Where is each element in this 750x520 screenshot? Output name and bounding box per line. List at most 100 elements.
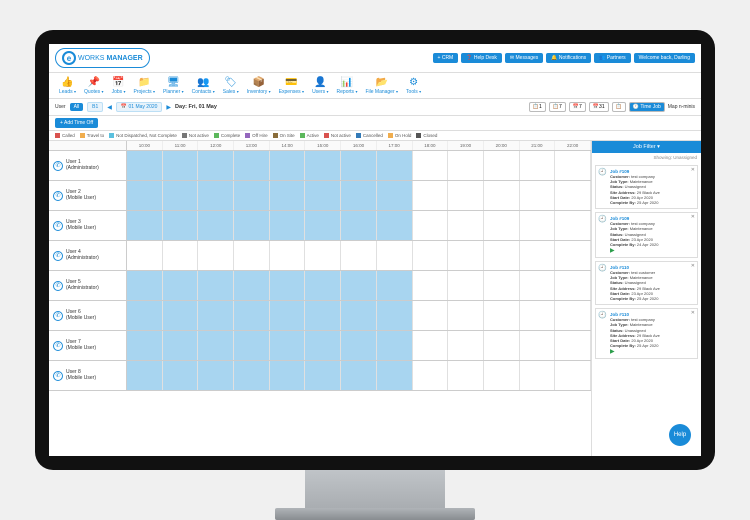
app-logo[interactable]: e WORKS MANAGER <box>55 48 150 68</box>
schedule-slot[interactable] <box>198 331 234 360</box>
play-icon[interactable]: ▶ <box>610 247 694 254</box>
nav-inventory[interactable]: 📦Inventory ▾ <box>247 76 271 95</box>
schedule-slot[interactable] <box>520 301 556 330</box>
close-icon[interactable]: ✕ <box>691 214 695 220</box>
user-filter-b1[interactable]: B1 <box>87 102 103 112</box>
schedule-slot[interactable] <box>163 241 199 270</box>
nav-jobs[interactable]: 📅Jobs ▾ <box>112 76 126 95</box>
schedule-slot[interactable] <box>198 181 234 210</box>
schedule-slot[interactable] <box>413 301 449 330</box>
schedule-slot[interactable] <box>198 271 234 300</box>
schedule-slot[interactable] <box>484 211 520 240</box>
phone-icon[interactable]: ✆ <box>53 221 63 231</box>
schedule-slot[interactable] <box>127 211 163 240</box>
schedule-slot[interactable] <box>555 271 591 300</box>
schedule-slot[interactable] <box>341 181 377 210</box>
schedule-slot[interactable] <box>163 151 199 180</box>
schedule-slot[interactable] <box>448 181 484 210</box>
schedule-slot[interactable] <box>520 151 556 180</box>
schedule-slot[interactable] <box>448 361 484 390</box>
schedule-slot[interactable] <box>484 361 520 390</box>
top-button-4[interactable]: 👥 Partners <box>594 53 631 63</box>
user-label[interactable]: ✆User 1(Administrator) <box>49 151 127 180</box>
nav-contacts[interactable]: 👥Contacts ▾ <box>192 76 215 95</box>
user-label[interactable]: ✆User 5(Administrator) <box>49 271 127 300</box>
schedule-slot[interactable] <box>377 181 413 210</box>
schedule-slot[interactable] <box>413 181 449 210</box>
nav-projects[interactable]: 📁Projects ▾ <box>134 76 155 95</box>
schedule-slot[interactable] <box>127 241 163 270</box>
schedule-slot[interactable] <box>413 271 449 300</box>
schedule-slot[interactable] <box>377 151 413 180</box>
schedule-slot[interactable] <box>198 241 234 270</box>
top-button-0[interactable]: + CRM <box>433 53 459 63</box>
view-button-2[interactable]: 📅7 <box>569 102 586 112</box>
schedule-slot[interactable] <box>127 361 163 390</box>
schedule-slot[interactable] <box>305 331 341 360</box>
schedule-slot[interactable] <box>520 211 556 240</box>
schedule-slot[interactable] <box>270 271 306 300</box>
schedule-slot[interactable] <box>341 331 377 360</box>
schedule-slot[interactable] <box>520 241 556 270</box>
play-icon[interactable]: ▶ <box>610 348 694 355</box>
schedule-slot[interactable] <box>234 331 270 360</box>
schedule-slot[interactable] <box>163 301 199 330</box>
job-card[interactable]: 🕘✕Job #109Customer: test companyJob Type… <box>595 165 698 209</box>
schedule-slot[interactable] <box>305 181 341 210</box>
schedule-slot[interactable] <box>305 301 341 330</box>
schedule-slot[interactable] <box>520 331 556 360</box>
user-label[interactable]: ✆User 8(Mobile User) <box>49 361 127 390</box>
top-button-5[interactable]: Welcome back, Darling <box>634 53 695 63</box>
schedule-slot[interactable] <box>270 151 306 180</box>
schedule-slot[interactable] <box>555 331 591 360</box>
schedule-slot[interactable] <box>198 151 234 180</box>
schedule-slot[interactable] <box>484 241 520 270</box>
nav-leads[interactable]: 👍Leads ▾ <box>59 76 76 95</box>
schedule-slot[interactable] <box>484 301 520 330</box>
schedule-slot[interactable] <box>341 301 377 330</box>
schedule-slot[interactable] <box>198 361 234 390</box>
close-icon[interactable]: ✕ <box>691 167 695 173</box>
phone-icon[interactable]: ✆ <box>53 251 63 261</box>
schedule-slot[interactable] <box>520 181 556 210</box>
schedule-slot[interactable] <box>341 151 377 180</box>
schedule-slot[interactable] <box>234 151 270 180</box>
schedule-slot[interactable] <box>234 181 270 210</box>
schedule-slot[interactable] <box>127 151 163 180</box>
schedule-slot[interactable] <box>270 301 306 330</box>
schedule-slot[interactable] <box>234 211 270 240</box>
top-button-2[interactable]: ✉ Messages <box>505 53 543 63</box>
schedule-slot[interactable] <box>555 241 591 270</box>
schedule-slot[interactable] <box>270 331 306 360</box>
schedule-slot[interactable] <box>413 211 449 240</box>
schedule-slot[interactable] <box>484 151 520 180</box>
phone-icon[interactable]: ✆ <box>53 281 63 291</box>
nav-reports[interactable]: 📊Reports ▾ <box>337 76 358 95</box>
schedule-slot[interactable] <box>198 301 234 330</box>
schedule-slot[interactable] <box>377 241 413 270</box>
user-label[interactable]: ✆User 7(Mobile User) <box>49 331 127 360</box>
schedule-slot[interactable] <box>341 241 377 270</box>
schedule-slot[interactable] <box>234 271 270 300</box>
view-button-1[interactable]: 📋7 <box>549 102 566 112</box>
nav-expenses[interactable]: 💳Expenses ▾ <box>279 76 304 95</box>
date-picker[interactable]: 📅 01 May 2020 <box>116 102 163 112</box>
schedule-slot[interactable] <box>377 361 413 390</box>
schedule-slot[interactable] <box>448 301 484 330</box>
schedule-slot[interactable] <box>484 181 520 210</box>
schedule-slot[interactable] <box>270 241 306 270</box>
user-label[interactable]: ✆User 6(Mobile User) <box>49 301 127 330</box>
job-filter-header[interactable]: Job Filter ▾ <box>592 141 701 153</box>
schedule-slot[interactable] <box>555 361 591 390</box>
schedule-slot[interactable] <box>341 211 377 240</box>
schedule-slot[interactable] <box>127 301 163 330</box>
schedule-slot[interactable] <box>163 331 199 360</box>
view-button-0[interactable]: 📋1 <box>529 102 546 112</box>
schedule-slot[interactable] <box>163 211 199 240</box>
schedule-slot[interactable] <box>163 271 199 300</box>
nav-sales[interactable]: 🏷Sales ▾ <box>223 76 239 95</box>
help-bubble[interactable]: Help <box>669 424 691 446</box>
phone-icon[interactable]: ✆ <box>53 341 63 351</box>
schedule-slot[interactable] <box>305 151 341 180</box>
schedule-slot[interactable] <box>555 181 591 210</box>
